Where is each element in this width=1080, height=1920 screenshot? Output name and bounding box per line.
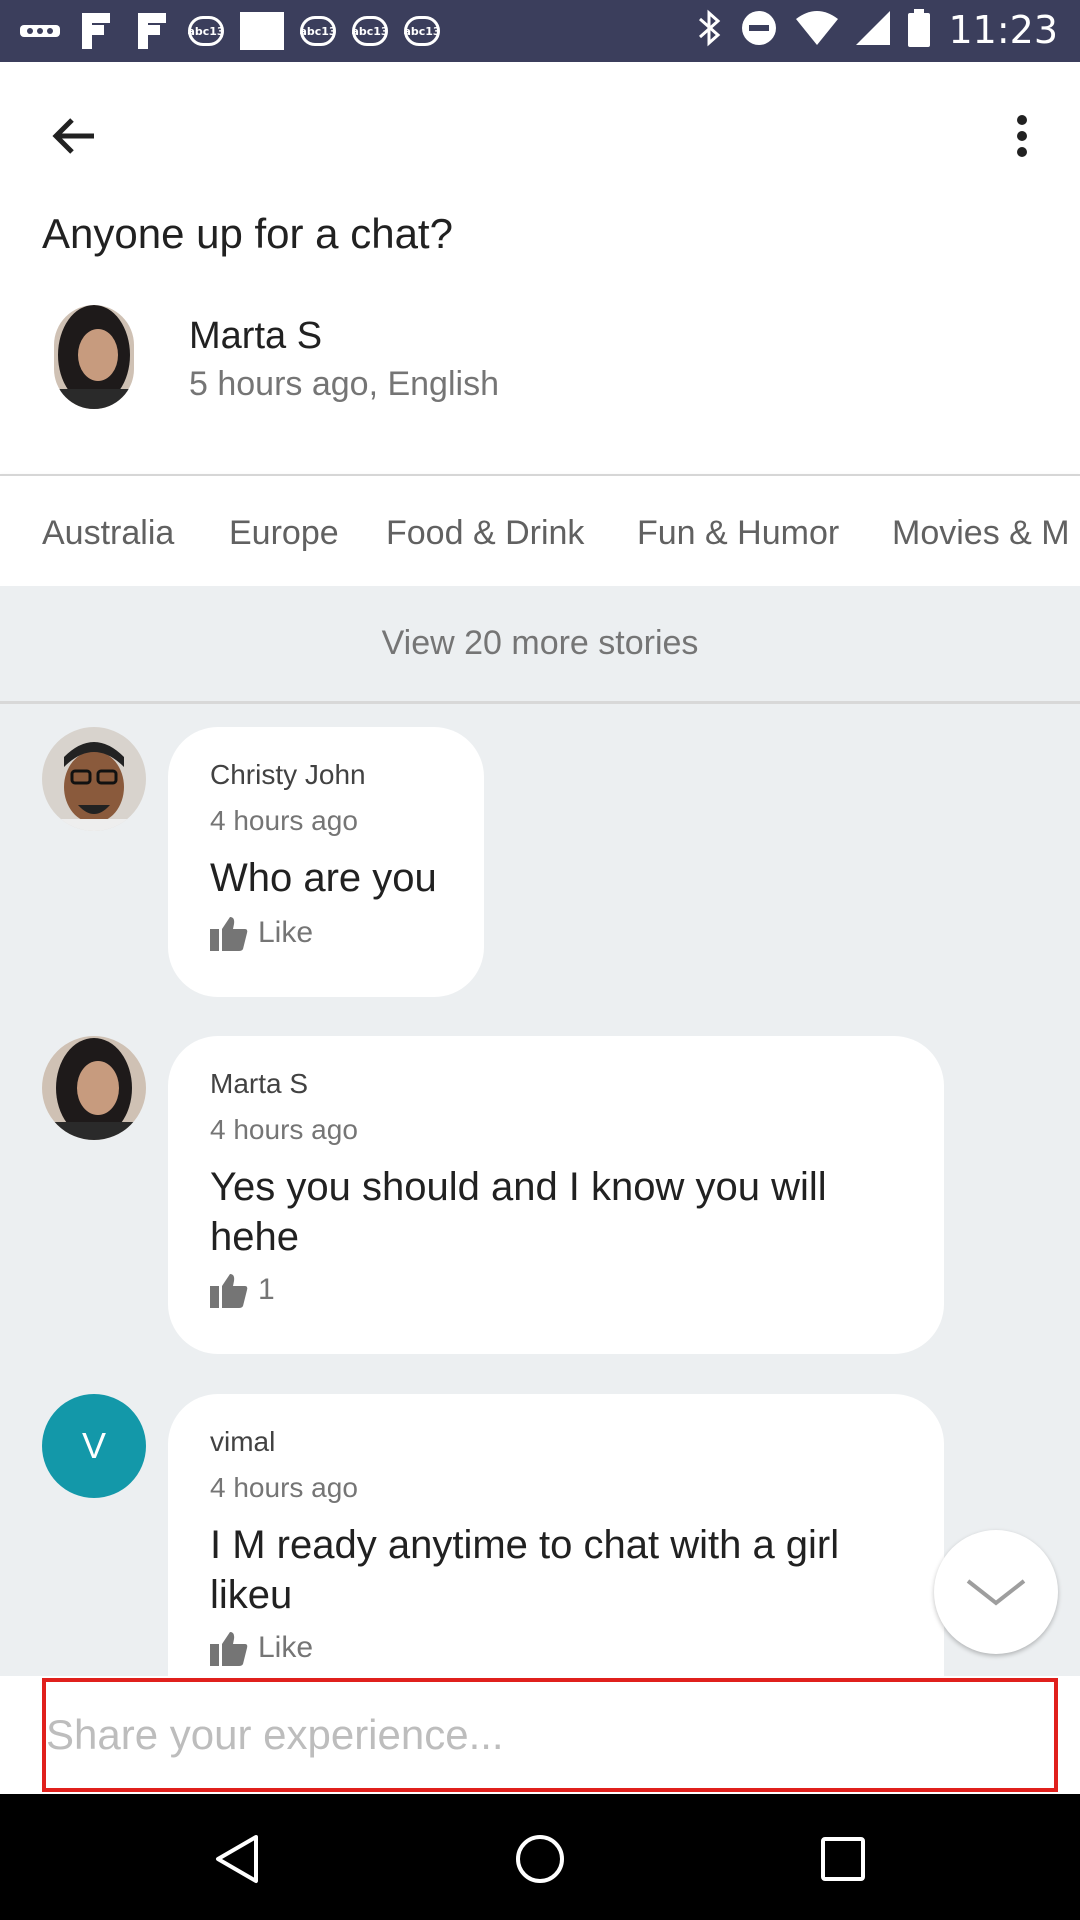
flipboard-icon [132, 13, 172, 49]
comment-text-line: hehe [210, 1215, 299, 1259]
comment-bubble: Marta S 4 hours ago Yes you should and I… [168, 1036, 944, 1354]
thumbs-up-icon [210, 917, 248, 951]
view-more-stories-button[interactable]: View 20 more stories [0, 586, 1080, 704]
bluetooth-icon [698, 9, 722, 52]
abc13-icon: abc13 [187, 16, 225, 46]
list-item: V vimal 4 hours ago I M ready anytime to… [0, 1394, 1080, 1676]
comment-bubble: Christy John 4 hours ago Who are you Lik… [168, 727, 484, 997]
abc13-icon: abc13 [351, 16, 389, 46]
author-meta: 5 hours ago, English [189, 365, 499, 403]
square-recents-icon [821, 1837, 865, 1881]
tab-fun-humor[interactable]: Fun & Humor [637, 514, 839, 553]
nav-recents-button[interactable] [808, 1824, 878, 1894]
blank-icon [240, 12, 284, 50]
tab-food-drink[interactable]: Food & Drink [386, 514, 584, 553]
avatar[interactable] [42, 1036, 146, 1140]
back-button[interactable] [42, 108, 106, 164]
signal-icon [856, 10, 891, 50]
page-title: Anyone up for a chat? [42, 210, 453, 257]
navigation-bar [0, 1794, 1080, 1920]
comment-time: 4 hours ago [210, 1472, 358, 1503]
comment-feed[interactable]: View 20 more stories Christy John 4 hour… [0, 586, 1080, 1676]
circle-home-icon [516, 1835, 564, 1883]
author-name[interactable]: Marta S [189, 315, 322, 358]
comment-text: Yes you should and I know you will hehe [210, 1162, 827, 1262]
notification-icons: abc13 abc13 abc13 abc13 [20, 12, 441, 50]
more-vert-icon [1017, 115, 1027, 157]
nav-home-button[interactable] [505, 1824, 575, 1894]
avatar[interactable] [54, 305, 134, 409]
scroll-down-button[interactable] [934, 1530, 1058, 1654]
comment-author[interactable]: Christy John [210, 759, 366, 791]
status-bar: abc13 abc13 abc13 abc13 11:23 [0, 0, 1080, 62]
comment-text-line: Yes you should and I know you will [210, 1165, 827, 1209]
like-label: Like [258, 916, 314, 949]
topic-tabs: Australia Europe Food & Drink Fun & Humo… [0, 474, 1080, 586]
comment-text-line: likeu [210, 1573, 293, 1617]
like-count: 1 [258, 1273, 275, 1306]
comment-time: 4 hours ago [210, 805, 358, 836]
thumbs-up-icon [210, 1632, 248, 1666]
abc13-icon: abc13 [299, 16, 337, 46]
comment-author[interactable]: vimal [210, 1426, 275, 1458]
comment-text: Who are you [210, 856, 437, 900]
comment-text-line: I M ready anytime to chat with a girl [210, 1523, 840, 1567]
tab-australia[interactable]: Australia [42, 514, 174, 553]
avatar[interactable]: V [42, 1394, 146, 1498]
share-experience-input[interactable] [42, 1678, 1058, 1792]
more-icon [20, 13, 60, 49]
wifi-icon [796, 10, 839, 50]
clock: 11:23 [948, 8, 1058, 52]
tab-europe[interactable]: Europe [229, 514, 339, 553]
list-item: Christy John 4 hours ago Who are you Lik… [0, 727, 1080, 997]
avatar[interactable] [42, 727, 146, 831]
abc13-icon: abc13 [403, 16, 441, 46]
composer [0, 1676, 1080, 1794]
flipboard-icon [76, 13, 116, 49]
system-icons: 11:23 [698, 8, 1058, 52]
like-button[interactable]: Like [210, 915, 313, 951]
do-not-disturb-icon [740, 9, 778, 52]
nav-back-button[interactable] [202, 1824, 272, 1894]
like-label: Like [258, 1631, 314, 1664]
comment-time: 4 hours ago [210, 1114, 358, 1145]
more-options-button[interactable] [1000, 108, 1044, 164]
chevron-down-icon [966, 1579, 1026, 1606]
comment-text: I M ready anytime to chat with a girl li… [210, 1520, 839, 1620]
like-button[interactable]: 1 [210, 1272, 275, 1308]
author-row: Marta S 5 hours ago, English [54, 305, 1054, 415]
list-item: Marta S 4 hours ago Yes you should and I… [0, 1036, 1080, 1354]
comment-author[interactable]: Marta S [210, 1068, 308, 1100]
battery-icon [908, 8, 931, 52]
like-button[interactable]: Like [210, 1630, 313, 1666]
tab-movies[interactable]: Movies & M [892, 514, 1070, 553]
thumbs-up-icon [210, 1274, 248, 1308]
arrow-left-icon [52, 118, 94, 154]
triangle-back-icon [216, 1835, 258, 1883]
comment-bubble: vimal 4 hours ago I M ready anytime to c… [168, 1394, 944, 1676]
